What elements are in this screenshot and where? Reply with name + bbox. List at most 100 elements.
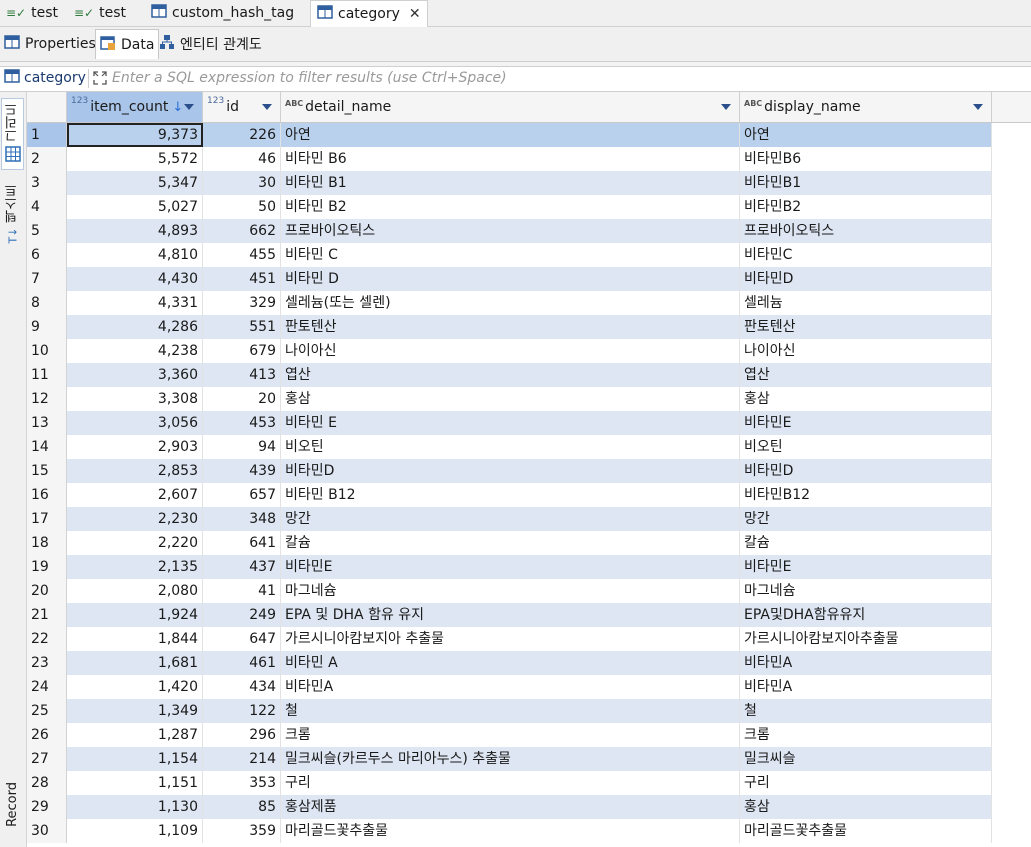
- cell-count[interactable]: 2,903: [67, 435, 203, 459]
- table-row[interactable]: 10 4,238 679 나이아신 나이아신: [27, 339, 992, 363]
- cell-display[interactable]: 비타민B12: [740, 483, 992, 507]
- cell-detail[interactable]: 비오틴: [281, 435, 740, 459]
- row-number[interactable]: 16: [27, 483, 67, 507]
- row-number[interactable]: 23: [27, 651, 67, 675]
- table-row[interactable]: 8 4,331 329 셀레늄(또는 셀렌) 셀레늄: [27, 291, 992, 315]
- cell-id[interactable]: 30: [203, 171, 281, 195]
- table-row[interactable]: 19 2,135 437 비타민E 비타민E: [27, 555, 992, 579]
- row-number[interactable]: 20: [27, 579, 67, 603]
- cell-count[interactable]: 2,135: [67, 555, 203, 579]
- cell-count[interactable]: 4,810: [67, 243, 203, 267]
- cell-id[interactable]: 453: [203, 411, 281, 435]
- cell-id[interactable]: 679: [203, 339, 281, 363]
- cell-id[interactable]: 359: [203, 819, 281, 843]
- cell-count[interactable]: 2,080: [67, 579, 203, 603]
- cell-display[interactable]: 비타민E: [740, 555, 992, 579]
- column-header-id[interactable]: 123 id: [203, 92, 281, 122]
- cell-count[interactable]: 9,373: [67, 123, 203, 147]
- cell-id[interactable]: 647: [203, 627, 281, 651]
- cell-id[interactable]: 296: [203, 723, 281, 747]
- cell-id[interactable]: 329: [203, 291, 281, 315]
- cell-id[interactable]: 85: [203, 795, 281, 819]
- cell-display[interactable]: 밀크씨슬: [740, 747, 992, 771]
- chevron-down-icon[interactable]: [721, 104, 731, 110]
- row-number[interactable]: 14: [27, 435, 67, 459]
- row-number[interactable]: 18: [27, 531, 67, 555]
- table-row[interactable]: 5 4,893 662 프로바이오틱스 프로바이오틱스: [27, 219, 992, 243]
- cell-id[interactable]: 46: [203, 147, 281, 171]
- cell-detail[interactable]: 마리골드꽃추출물: [281, 819, 740, 843]
- cell-detail[interactable]: 비타민 D: [281, 267, 740, 291]
- cell-count[interactable]: 2,230: [67, 507, 203, 531]
- column-header-item-count[interactable]: 123 item_count ↓: [67, 92, 203, 122]
- cell-id[interactable]: 41: [203, 579, 281, 603]
- row-number[interactable]: 25: [27, 699, 67, 723]
- row-number[interactable]: 21: [27, 603, 67, 627]
- table-row[interactable]: 30 1,109 359 마리골드꽃추출물 마리골드꽃추출물: [27, 819, 992, 843]
- row-number[interactable]: 22: [27, 627, 67, 651]
- cell-count[interactable]: 4,238: [67, 339, 203, 363]
- cell-count[interactable]: 1,420: [67, 675, 203, 699]
- cell-display[interactable]: 구리: [740, 771, 992, 795]
- tab-data[interactable]: Data: [95, 29, 160, 59]
- cell-detail[interactable]: 비타민 C: [281, 243, 740, 267]
- cell-detail[interactable]: 판토텐산: [281, 315, 740, 339]
- cell-id[interactable]: 413: [203, 363, 281, 387]
- cell-detail[interactable]: 나이아신: [281, 339, 740, 363]
- cell-detail[interactable]: 홍삼: [281, 387, 740, 411]
- chevron-down-icon[interactable]: [973, 104, 983, 110]
- cell-display[interactable]: 마리골드꽃추출물: [740, 819, 992, 843]
- table-row[interactable]: 7 4,430 451 비타민 D 비타민D: [27, 267, 992, 291]
- tab-er-diagram[interactable]: 엔티티 관계도: [155, 29, 266, 59]
- cell-count[interactable]: 1,130: [67, 795, 203, 819]
- column-header-detail-name[interactable]: ABC detail_name: [281, 92, 740, 122]
- cell-display[interactable]: 비타민B1: [740, 171, 992, 195]
- cell-detail[interactable]: 망간: [281, 507, 740, 531]
- cell-detail[interactable]: 비타민 B6: [281, 147, 740, 171]
- cell-id[interactable]: 461: [203, 651, 281, 675]
- cell-count[interactable]: 3,360: [67, 363, 203, 387]
- cell-detail[interactable]: 비타민 E: [281, 411, 740, 435]
- cell-count[interactable]: 1,924: [67, 603, 203, 627]
- cell-display[interactable]: 홍삼: [740, 795, 992, 819]
- record-view-button[interactable]: Record: [1, 782, 24, 847]
- sort-descending-icon[interactable]: ↓: [172, 100, 183, 115]
- cell-detail[interactable]: 셀레늄(또는 셀렌): [281, 291, 740, 315]
- table-row[interactable]: 17 2,230 348 망간 망간: [27, 507, 992, 531]
- cell-count[interactable]: 4,893: [67, 219, 203, 243]
- table-row[interactable]: 2 5,572 46 비타민 B6 비타민B6: [27, 147, 992, 171]
- text-view-button[interactable]: 텍스트 T↓: [1, 184, 24, 254]
- cell-count[interactable]: 2,220: [67, 531, 203, 555]
- row-number[interactable]: 11: [27, 363, 67, 387]
- cell-count[interactable]: 1,151: [67, 771, 203, 795]
- table-row[interactable]: 29 1,130 85 홍삼제품 홍삼: [27, 795, 992, 819]
- table-row[interactable]: 25 1,349 122 철 철: [27, 699, 992, 723]
- cell-id[interactable]: 657: [203, 483, 281, 507]
- row-number[interactable]: 26: [27, 723, 67, 747]
- chevron-down-icon[interactable]: [262, 104, 272, 110]
- cell-id[interactable]: 214: [203, 747, 281, 771]
- row-number[interactable]: 17: [27, 507, 67, 531]
- table-row[interactable]: 21 1,924 249 EPA 및 DHA 함유 유지 EPA및DHA함유유지: [27, 603, 992, 627]
- table-row[interactable]: 27 1,154 214 밀크씨슬(카르두스 마리아누스) 추출물 밀크씨슬: [27, 747, 992, 771]
- row-number[interactable]: 28: [27, 771, 67, 795]
- cell-display[interactable]: EPA및DHA함유유지: [740, 603, 992, 627]
- cell-detail[interactable]: 밀크씨슬(카르두스 마리아누스) 추출물: [281, 747, 740, 771]
- cell-display[interactable]: 비타민B2: [740, 195, 992, 219]
- row-number[interactable]: 5: [27, 219, 67, 243]
- cell-detail[interactable]: 크롬: [281, 723, 740, 747]
- cell-count[interactable]: 5,347: [67, 171, 203, 195]
- cell-count[interactable]: 1,154: [67, 747, 203, 771]
- cell-display[interactable]: 크롬: [740, 723, 992, 747]
- cell-count[interactable]: 4,286: [67, 315, 203, 339]
- table-row[interactable]: 9 4,286 551 판토텐산 판토텐산: [27, 315, 992, 339]
- cell-display[interactable]: 엽산: [740, 363, 992, 387]
- row-number[interactable]: 27: [27, 747, 67, 771]
- cell-detail[interactable]: 비타민D: [281, 459, 740, 483]
- cell-count[interactable]: 4,430: [67, 267, 203, 291]
- row-number-header[interactable]: [27, 92, 67, 122]
- table-row[interactable]: 11 3,360 413 엽산 엽산: [27, 363, 992, 387]
- row-number[interactable]: 29: [27, 795, 67, 819]
- cell-detail[interactable]: 비타민E: [281, 555, 740, 579]
- table-row[interactable]: 4 5,027 50 비타민 B2 비타민B2: [27, 195, 992, 219]
